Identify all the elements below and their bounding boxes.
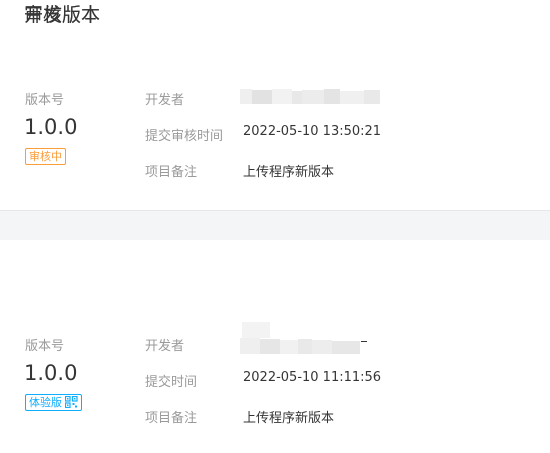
- review-submit-time-label: 提交审核时间: [145, 129, 224, 144]
- dev-note: 上传程序新版本: [243, 411, 335, 426]
- review-version-number-label: 版本号: [25, 93, 65, 108]
- experience-badge[interactable]: 体验版: [25, 394, 82, 411]
- dev-developer-redacted: [240, 322, 368, 356]
- dev-developer-label: 开发者: [145, 339, 185, 354]
- review-version-number: 1.0.0: [24, 115, 78, 139]
- review-developer-label: 开发者: [145, 93, 185, 108]
- dev-submit-time-label: 提交时间: [145, 375, 198, 390]
- review-status-badge: 审核中: [25, 148, 66, 165]
- review-developer-redacted: [240, 88, 380, 106]
- dev-note-label: 项目备注: [145, 411, 198, 426]
- redaction-mask: [240, 322, 367, 354]
- review-note: 上传程序新版本: [243, 165, 335, 180]
- experience-badge-label: 体验版: [29, 396, 62, 409]
- qrcode-icon[interactable]: [64, 395, 78, 412]
- review-submit-time: 2022-05-10 13:50:21: [243, 124, 382, 139]
- dev-version-number-label: 版本号: [25, 339, 65, 354]
- redaction-mask: [240, 89, 380, 104]
- dev-version-number: 1.0.0: [24, 361, 78, 385]
- dev-version-title: 开发版本: [24, 4, 101, 26]
- dev-submit-time: 2022-05-10 11:11:56: [243, 370, 382, 385]
- review-note-label: 项目备注: [145, 165, 198, 180]
